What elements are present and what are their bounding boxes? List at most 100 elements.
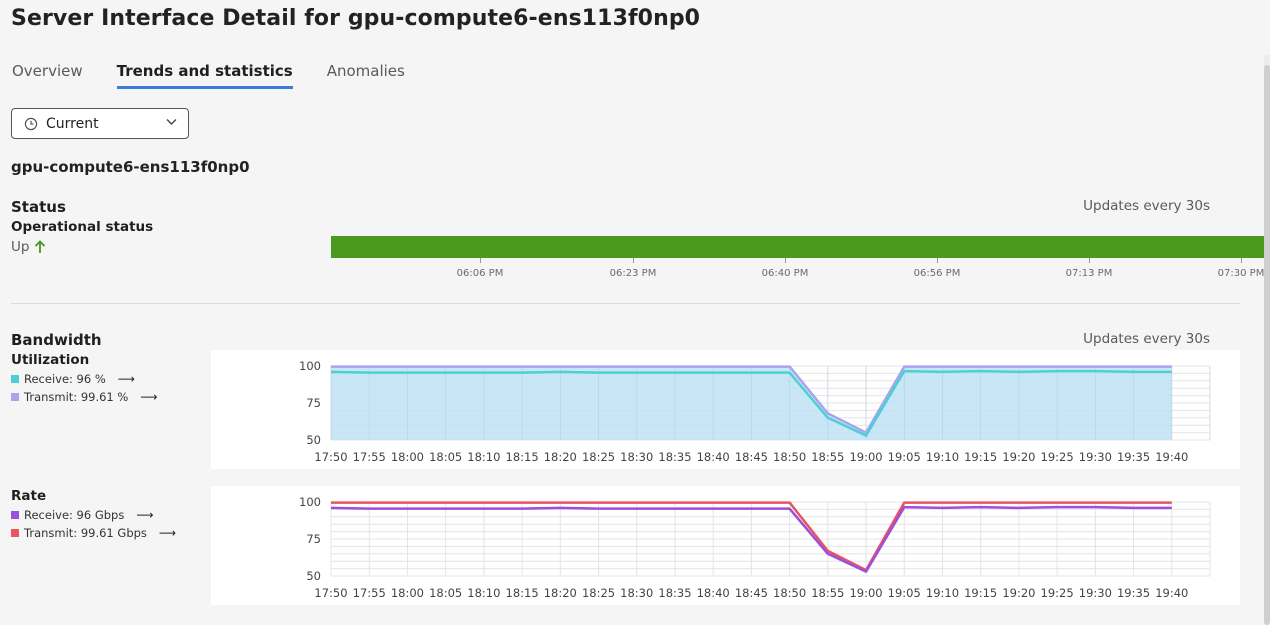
time-tick-label: 06:40 PM — [761, 268, 809, 279]
utilization-chart: 100 75 50 17:50 17:55 18:00 18:05 18:10 18:15 18:… — [211, 350, 1240, 469]
x-tick-label: 19:00 — [849, 450, 882, 464]
x-tick-label: 19:20 — [1002, 586, 1035, 600]
time-tick-mark — [1089, 258, 1090, 263]
x-tick-label: 18:45 — [735, 586, 768, 600]
arrow-right-icon[interactable]: ⟶ — [159, 526, 176, 540]
status-updates-text: Updates every 30s — [1083, 198, 1210, 214]
x-tick-label: 19:35 — [1117, 450, 1150, 464]
x-tick-label: 18:50 — [773, 586, 806, 600]
x-tick-label: 18:40 — [697, 586, 730, 600]
transmit-legend-label: Transmit: 99.61 % — [24, 390, 129, 404]
status-timeline-bar — [331, 236, 1264, 258]
x-tick-label: 18:00 — [391, 586, 424, 600]
legend-item-receive: Receive: 96 % ⟶ — [11, 370, 158, 388]
tab-bar: Overview Trends and statistics Anomalies — [12, 62, 439, 89]
transmit-swatch — [11, 393, 19, 401]
receive-swatch — [11, 511, 19, 519]
x-tick-label: 19:40 — [1155, 450, 1188, 464]
x-tick-label: 19:15 — [964, 586, 997, 600]
status-up-text: Up — [11, 239, 30, 255]
x-tick-label: 18:05 — [429, 586, 462, 600]
time-tick-label: 07:30 PM — [1217, 268, 1265, 279]
y-tick-label: 75 — [306, 396, 321, 410]
scrollbar-thumb[interactable] — [1264, 65, 1270, 625]
x-tick-label: 19:25 — [1041, 586, 1074, 600]
x-tick-label: 19:10 — [926, 450, 959, 464]
x-tick-label: 17:55 — [353, 450, 386, 464]
arrow-right-icon[interactable]: ⟶ — [140, 390, 157, 404]
x-tick-label: 18:30 — [620, 450, 653, 464]
y-tick-label: 50 — [306, 569, 321, 583]
chevron-down-icon — [166, 119, 177, 125]
bandwidth-updates-text: Updates every 30s — [1083, 331, 1210, 347]
tab-overview[interactable]: Overview — [12, 62, 83, 89]
x-tick-label: 19:25 — [1041, 450, 1074, 464]
x-tick-label: 18:35 — [658, 450, 691, 464]
x-tick-label: 18:40 — [697, 450, 730, 464]
rate-chart: 100 75 50 17:50 17:55 18:00 18:05 18:10 18:15 18:… — [211, 486, 1240, 605]
rate-chart-svg: 100 75 50 17:50 17:55 18:00 18:05 18:10 18:15 18:… — [299, 495, 1211, 600]
x-tick-label: 19:40 — [1155, 586, 1188, 600]
x-tick-label: 19:35 — [1117, 586, 1150, 600]
x-tick-label: 19:00 — [849, 586, 882, 600]
transmit-swatch — [11, 529, 19, 537]
tab-anomalies[interactable]: Anomalies — [327, 62, 405, 89]
x-tick-label: 17:50 — [314, 450, 347, 464]
operational-status-label: Operational status — [11, 219, 154, 235]
interface-name: gpu-compute6-ens113f0np0 — [11, 158, 250, 176]
rate-label: Rate — [11, 488, 47, 504]
time-tick-mark — [633, 258, 634, 263]
rate-legend: Receive: 96 Gbps ⟶ Transmit: 99.61 Gbps … — [11, 506, 176, 542]
x-tick-label: 18:25 — [582, 450, 615, 464]
time-tick-mark — [785, 258, 786, 263]
x-tick-label: 18:30 — [620, 586, 653, 600]
x-tick-label: 19:15 — [964, 450, 997, 464]
x-tick-label: 19:30 — [1079, 586, 1112, 600]
x-tick-label: 17:50 — [314, 586, 347, 600]
time-range-value: Current — [46, 115, 99, 132]
x-tick-label: 18:45 — [735, 450, 768, 464]
x-tick-label: 18:20 — [544, 586, 577, 600]
time-range-select[interactable]: Current — [11, 108, 189, 139]
receive-legend-label: Receive: 96 % — [24, 372, 106, 386]
x-tick-label: 19:05 — [888, 450, 921, 464]
arrow-right-icon[interactable]: ⟶ — [136, 508, 153, 522]
y-tick-label: 75 — [306, 532, 321, 546]
x-tick-label: 18:20 — [544, 450, 577, 464]
tab-trends-and-statistics[interactable]: Trends and statistics — [116, 62, 293, 89]
arrow-up-icon — [35, 240, 46, 253]
y-tick-label: 50 — [306, 433, 321, 447]
x-tick-label: 18:55 — [811, 450, 844, 464]
x-tick-label: 18:35 — [658, 586, 691, 600]
x-tick-label: 18:10 — [467, 586, 500, 600]
y-tick-label: 100 — [299, 495, 321, 509]
arrow-right-icon[interactable]: ⟶ — [118, 372, 135, 386]
transmit-legend-label: Transmit: 99.61 Gbps — [24, 526, 147, 540]
x-tick-label: 18:50 — [773, 450, 806, 464]
time-tick-mark — [1241, 258, 1242, 263]
legend-item-receive: Receive: 96 Gbps ⟶ — [11, 506, 176, 524]
time-tick-mark — [480, 258, 481, 263]
time-tick-label: 06:06 PM — [456, 268, 504, 279]
x-tick-label: 19:10 — [926, 586, 959, 600]
x-tick-label: 18:25 — [582, 586, 615, 600]
page-title: Server Interface Detail for gpu-compute6… — [11, 6, 701, 31]
time-tick-mark — [937, 258, 938, 263]
time-tick-label: 07:13 PM — [1065, 268, 1113, 279]
legend-item-transmit: Transmit: 99.61 Gbps ⟶ — [11, 524, 176, 542]
x-tick-label: 18:15 — [506, 586, 539, 600]
utilization-label: Utilization — [11, 352, 90, 368]
x-tick-label: 18:05 — [429, 450, 462, 464]
x-tick-label: 19:30 — [1079, 450, 1112, 464]
x-tick-label: 19:20 — [1002, 450, 1035, 464]
receive-legend-label: Receive: 96 Gbps — [24, 508, 125, 522]
x-tick-label: 18:55 — [811, 586, 844, 600]
page-scrollbar[interactable] — [1264, 55, 1270, 625]
x-tick-label: 17:55 — [353, 586, 386, 600]
bandwidth-heading: Bandwidth — [11, 331, 102, 349]
legend-item-transmit: Transmit: 99.61 % ⟶ — [11, 388, 158, 406]
utilization-chart-svg: 100 75 50 17:50 17:55 18:00 18:05 18:10 18:15 18:… — [299, 359, 1211, 464]
x-tick-label: 18:10 — [467, 450, 500, 464]
status-heading: Status — [11, 198, 66, 216]
x-tick-label: 18:00 — [391, 450, 424, 464]
